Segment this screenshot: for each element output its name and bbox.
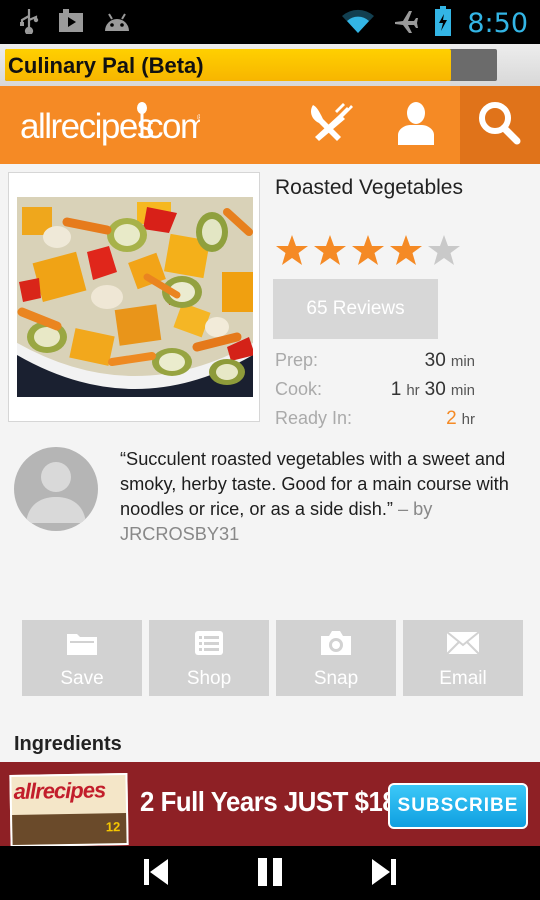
subscribe-button[interactable]: SUBSCRIBE	[388, 783, 528, 829]
ad-offer-text: 2 Full Years JUST $18!	[140, 786, 405, 817]
ready-label: Ready In:	[275, 408, 353, 428]
prep-time: Prep: 30 min	[275, 350, 475, 374]
email-button[interactable]: Email	[403, 620, 523, 696]
save-button[interactable]: Save	[22, 620, 142, 696]
cook-label: Cook:	[275, 379, 323, 399]
cook-hours-unit: hr	[406, 382, 420, 399]
cook-minutes-unit: min	[450, 382, 475, 399]
subscription-ad[interactable]: allrecipes 12 2 Full Years JUST $18! SUB…	[0, 762, 540, 846]
svg-text:allrecipes: allrecipes	[20, 107, 154, 146]
camera-icon	[320, 630, 352, 662]
cook-time: Cook: 1 hr 30 min	[275, 379, 475, 403]
android-icon	[102, 9, 132, 38]
reviews-button[interactable]: 65 Reviews	[273, 279, 438, 339]
profile-nav-button[interactable]	[376, 86, 456, 164]
airplane-icon	[391, 7, 419, 40]
email-label: Email	[439, 668, 487, 689]
search-nav-button[interactable]	[460, 86, 540, 164]
star-filled-icon	[275, 234, 309, 271]
svg-text:®: ®	[197, 113, 200, 122]
prep-minutes-unit: min	[450, 353, 475, 370]
app-title-bar: Culinary Pal (Beta)	[0, 44, 540, 86]
recipe-title: Roasted Vegetables	[275, 176, 463, 199]
envelope-icon	[446, 630, 480, 662]
list-icon	[194, 630, 224, 662]
recipe-photo-frame	[8, 172, 260, 422]
ready-in-time: Ready In: 2 hr	[275, 408, 475, 432]
brand-bar: allrecipes com ®	[0, 86, 540, 164]
search-icon	[477, 101, 523, 150]
star-filled-icon	[389, 234, 423, 271]
snap-label: Snap	[313, 668, 359, 689]
star-filled-icon	[313, 234, 347, 271]
svg-text:com: com	[146, 107, 200, 146]
save-label: Save	[60, 668, 104, 689]
shop-button[interactable]: Shop	[149, 620, 269, 696]
recipes-nav-button[interactable]	[292, 86, 372, 164]
shop-label: Shop	[186, 668, 232, 689]
rating-stars[interactable]	[275, 234, 461, 271]
app-screen: 8:50 Culinary Pal (Beta) allrecipes com …	[0, 0, 540, 900]
folder-icon	[66, 630, 98, 662]
magazine-cover: allrecipes 12	[9, 772, 129, 846]
next-icon	[371, 858, 397, 891]
ready-hours: 2	[446, 408, 457, 429]
star-empty-icon	[427, 234, 461, 271]
status-bar: 8:50	[0, 0, 540, 44]
app-title: Culinary Pal (Beta)	[8, 53, 204, 78]
fork-knife-icon	[307, 101, 357, 150]
prep-minutes: 30	[424, 350, 446, 371]
previous-icon	[143, 858, 169, 891]
usb-icon	[18, 8, 40, 39]
magazine-title: allrecipes	[13, 777, 106, 804]
ready-hours-unit: hr	[461, 411, 475, 428]
media-control-bar	[0, 846, 540, 900]
review-quote: “Succulent roasted vegetables with a swe…	[120, 447, 520, 547]
battery-icon	[435, 6, 452, 41]
next-button[interactable]	[364, 858, 404, 891]
snap-button[interactable]: Snap	[276, 620, 396, 696]
ingredients-heading: Ingredients	[14, 733, 122, 755]
cook-minutes: 30	[424, 379, 446, 400]
star-filled-icon	[351, 234, 385, 271]
pause-icon	[255, 857, 285, 892]
action-bar: Save Shop Snap Email	[22, 620, 523, 696]
recipe-photo[interactable]	[17, 197, 253, 397]
prep-label: Prep:	[275, 350, 319, 370]
profile-icon	[397, 101, 435, 150]
avatar[interactable]	[14, 447, 98, 531]
pause-button[interactable]	[250, 857, 290, 892]
magazine-number: 12	[105, 819, 121, 835]
clock: 8:50	[467, 8, 528, 39]
youtube-icon	[58, 8, 84, 39]
previous-button[interactable]	[136, 858, 176, 891]
wifi-icon	[341, 7, 375, 40]
review-text: “Succulent roasted vegetables with a swe…	[120, 449, 509, 519]
allrecipes-logo[interactable]: allrecipes com ®	[20, 102, 209, 157]
cook-hours: 1	[390, 379, 402, 400]
